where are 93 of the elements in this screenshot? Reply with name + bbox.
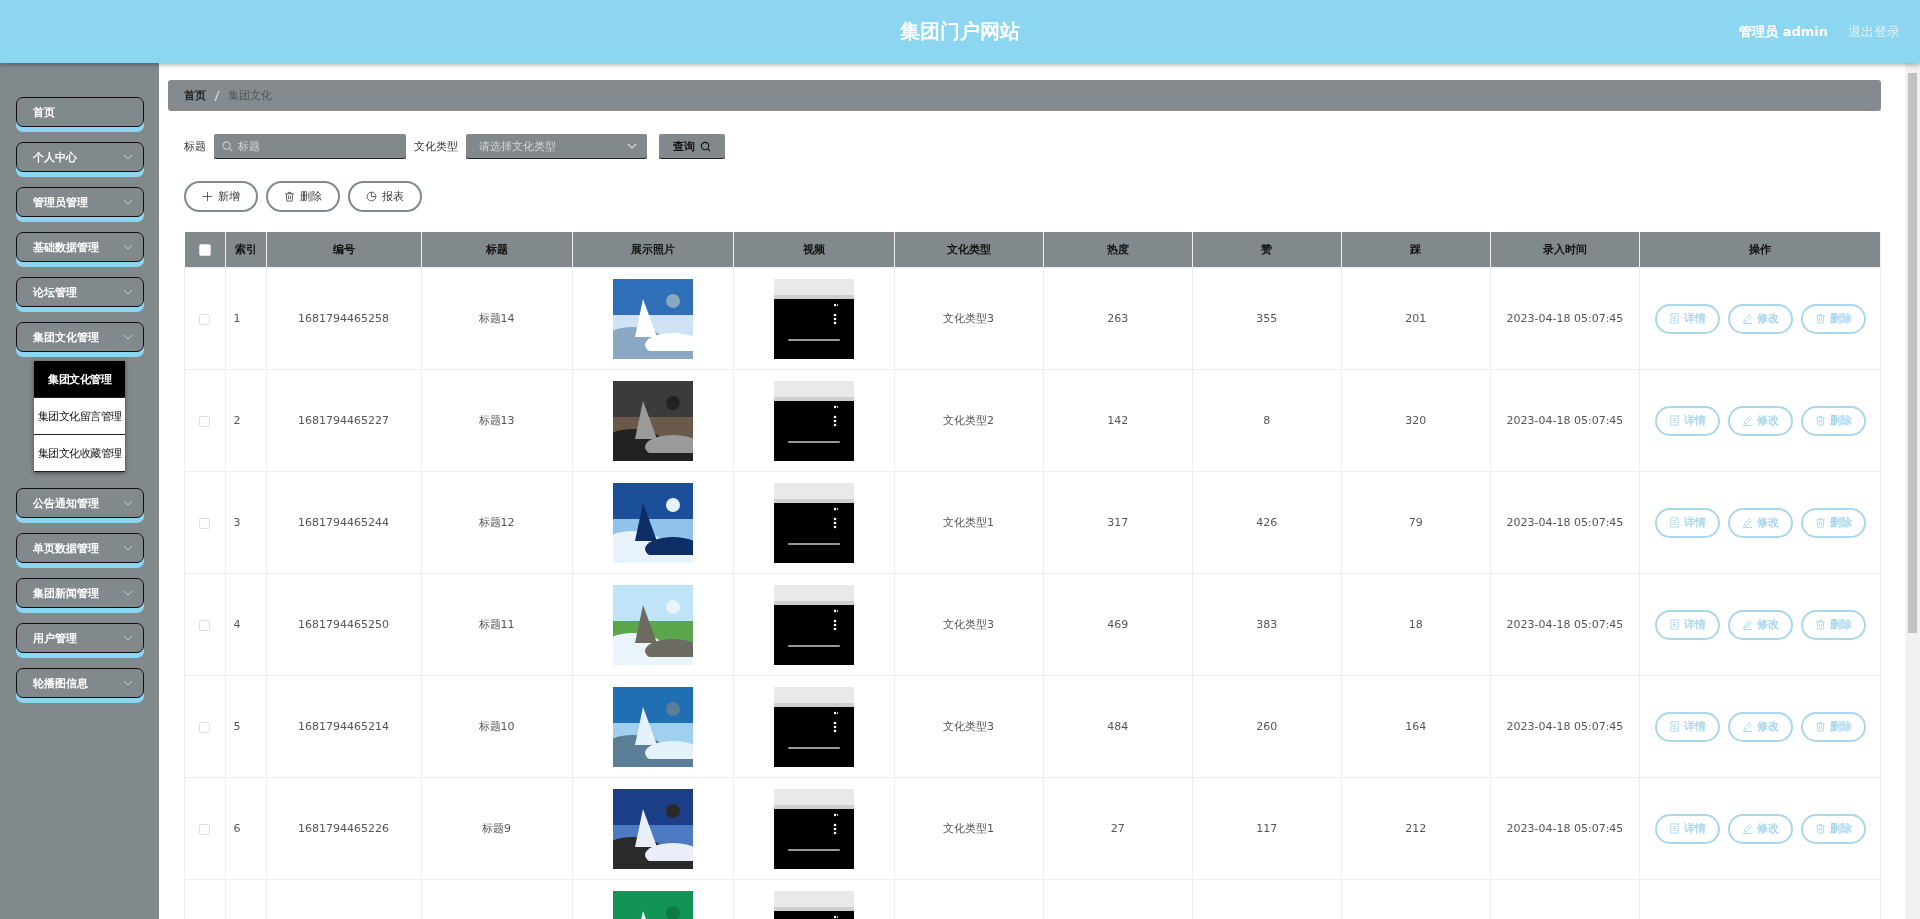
table-cell: 1681794465250 [298, 618, 389, 631]
table-cell: 标题14 [478, 312, 515, 325]
table-cell: 1681794465214 [298, 720, 389, 733]
table-cell: 201 [1405, 312, 1427, 325]
table-cell: 1681794465226 [298, 822, 389, 835]
details-button[interactable]: 详情 [1654, 405, 1720, 436]
column-header: 标题 [421, 232, 572, 268]
column-header: 踩 [1341, 232, 1491, 268]
table-cell: 1681794465258 [298, 312, 389, 325]
column-header: 展示照片 [572, 232, 733, 268]
query-button[interactable]: 查询 [659, 134, 725, 158]
details-button[interactable]: 详情 [1654, 609, 1720, 640]
breadcrumb-link[interactable]: 集团文化 [228, 88, 272, 103]
table-cell: 1 [233, 312, 241, 325]
table-cell: 标题9 [482, 822, 511, 835]
table-cell: 文化类型3 [943, 618, 995, 631]
delete-button[interactable]: 删除 [1800, 507, 1866, 538]
submenu-item[interactable]: 集团文化管理 [34, 361, 125, 398]
table-cell: 文化类型2 [943, 414, 995, 427]
table-cell: 117 [1256, 822, 1278, 835]
column-header: 编号 [266, 232, 421, 268]
table-cell: 2023-04-18 05:07:45 [1506, 822, 1624, 835]
add-button[interactable]: 新增 [184, 181, 258, 212]
table-cell: 标题13 [478, 414, 515, 427]
column-header: 赞 [1192, 232, 1342, 268]
table-cell: 27 [1110, 822, 1125, 835]
edit-button[interactable]: 修改 [1727, 303, 1793, 334]
details-button[interactable]: 详情 [1654, 711, 1720, 742]
table-cell: 8 [1263, 414, 1271, 427]
table-cell: 标题12 [478, 516, 515, 529]
edit-button[interactable]: 修改 [1727, 711, 1793, 742]
table-cell: 文化类型3 [943, 720, 995, 733]
site-title: 集团门户网站 [900, 18, 1020, 45]
submenu-item[interactable]: 集团文化留言管理 [34, 398, 125, 435]
table-cell: 79 [1408, 516, 1423, 529]
table-cell: 标题10 [478, 720, 515, 733]
chart-button[interactable]: 报表 [348, 181, 422, 212]
delete-button[interactable]: 删除 [1800, 405, 1866, 436]
table-cell: 484 [1107, 720, 1129, 733]
delete-button[interactable]: 删除 [1800, 303, 1866, 334]
table-cell: 469 [1107, 618, 1129, 631]
delete-button[interactable]: 删除 [1800, 813, 1866, 844]
column-header: 操作 [1639, 232, 1881, 268]
table-cell: 260 [1256, 720, 1278, 733]
table-cell: 2023-04-18 05:07:45 [1506, 414, 1624, 427]
table-cell: 320 [1405, 414, 1427, 427]
submenu-item[interactable]: 集团文化收藏管理 [34, 435, 125, 472]
logout-link[interactable]: 退出登录 [1848, 22, 1900, 41]
delete-button[interactable]: 删除 [1800, 711, 1866, 742]
table-cell: 317 [1107, 516, 1129, 529]
column-header: 热度 [1043, 232, 1193, 268]
delete-button[interactable]: 删除 [266, 181, 340, 212]
table-cell: 263 [1107, 312, 1129, 325]
table-cell: 426 [1256, 516, 1278, 529]
table-cell: 2023-04-18 05:07:45 [1506, 312, 1624, 325]
details-button[interactable]: 详情 [1654, 507, 1720, 538]
table-cell: 3 [233, 516, 241, 529]
table-cell: 383 [1256, 618, 1278, 631]
edit-button[interactable]: 修改 [1727, 609, 1793, 640]
type-select[interactable]: 请选择文化类型 [466, 134, 647, 158]
breadcrumb-link[interactable]: 首页 [184, 88, 206, 103]
table-cell: 文化类型3 [943, 312, 995, 325]
column-header: 录入时间 [1490, 232, 1640, 268]
field-label: 文化类型 [414, 138, 458, 154]
table-cell: 164 [1405, 720, 1427, 733]
table-cell: 6 [233, 822, 241, 835]
table-cell: 2 [233, 414, 241, 427]
user-name: 管理员 admin [1739, 22, 1828, 41]
table-cell: 1681794465244 [298, 516, 389, 529]
details-button[interactable]: 详情 [1654, 303, 1720, 334]
table-cell: 4 [233, 618, 241, 631]
table-cell: 212 [1405, 822, 1427, 835]
table-cell: 1681794465227 [298, 414, 389, 427]
delete-button[interactable]: 删除 [1800, 609, 1866, 640]
column-header: 索引 [225, 232, 266, 268]
table-cell: 文化类型1 [943, 822, 995, 835]
details-button[interactable]: 详情 [1654, 813, 1720, 844]
table-cell: 5 [233, 720, 241, 733]
table-cell: 355 [1256, 312, 1278, 325]
column-header: 视频 [733, 232, 894, 268]
column-header: 文化类型 [894, 232, 1044, 268]
edit-button[interactable]: 修改 [1727, 405, 1793, 436]
edit-button[interactable]: 修改 [1727, 507, 1793, 538]
table-cell: 2023-04-18 05:07:45 [1506, 516, 1624, 529]
table-cell: 18 [1408, 618, 1423, 631]
table-cell: 142 [1107, 414, 1129, 427]
table-cell: 2023-04-18 05:07:45 [1506, 720, 1624, 733]
field-label: 标题 [184, 138, 206, 154]
table-cell: 文化类型1 [943, 516, 995, 529]
table-cell: 2023-04-18 05:07:45 [1506, 618, 1624, 631]
search-field[interactable]: 标题 [214, 134, 406, 158]
edit-button[interactable]: 修改 [1727, 813, 1793, 844]
table-cell: 标题11 [478, 618, 515, 631]
